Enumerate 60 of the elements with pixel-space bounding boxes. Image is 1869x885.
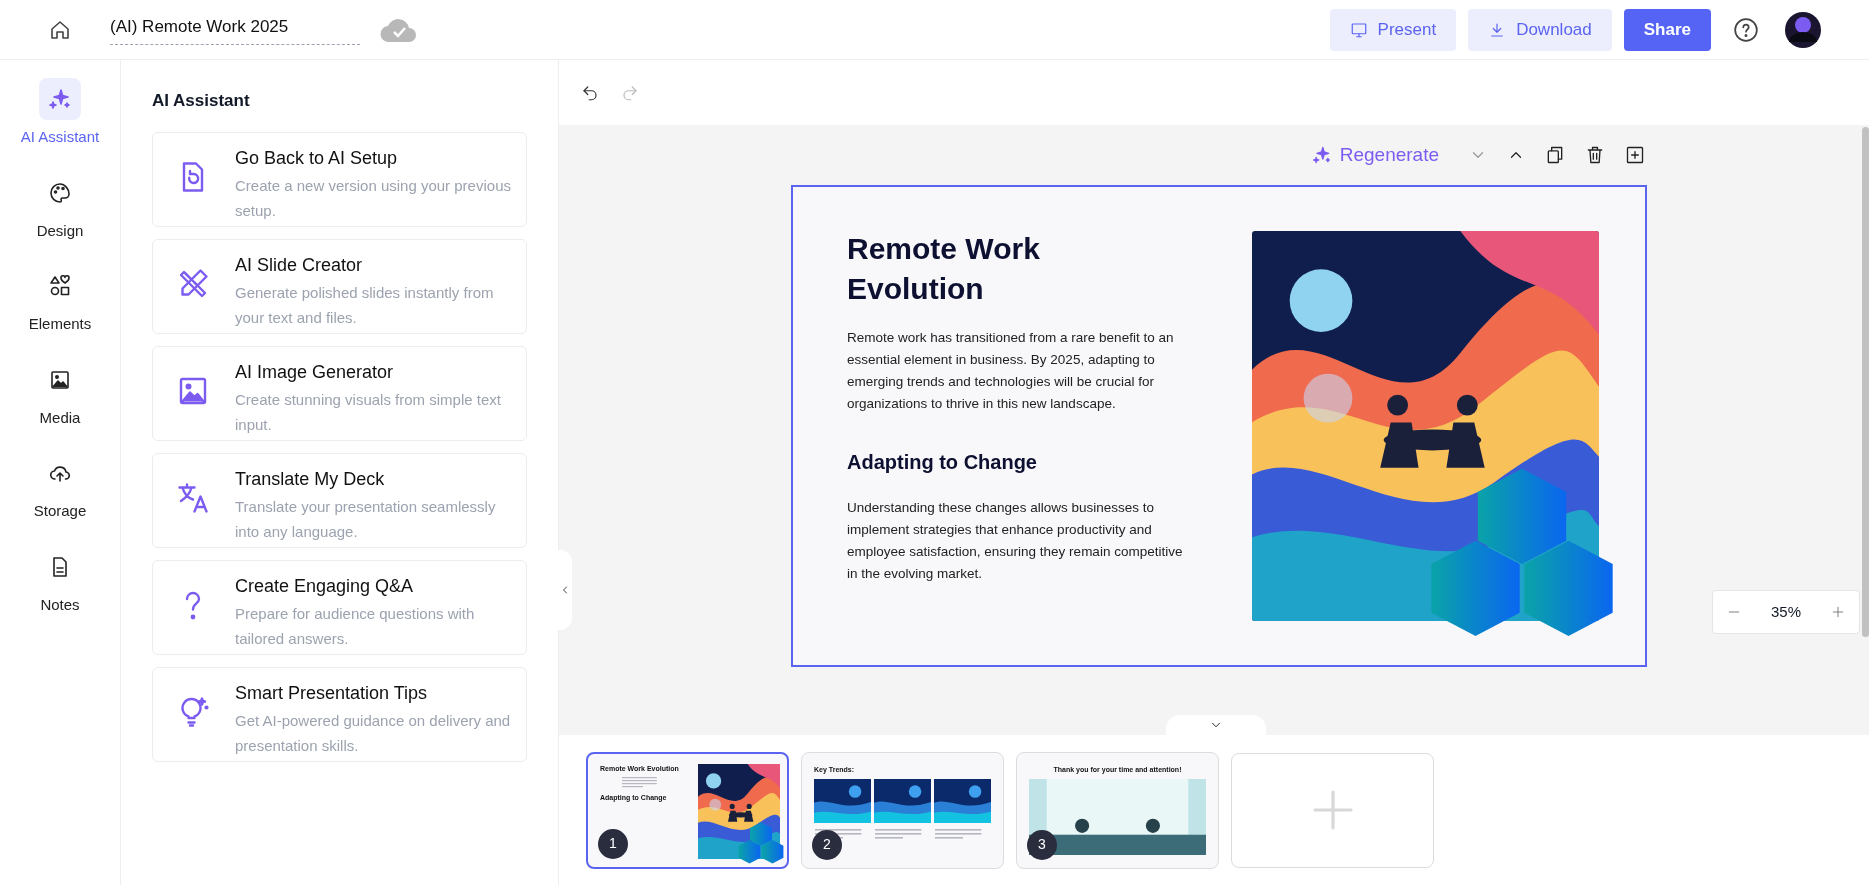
sidebar-tab[interactable]: Storage (33, 452, 87, 523)
copy-icon (1545, 145, 1565, 165)
slide-number-badge: 2 (812, 829, 842, 860)
sidebar-tab[interactable]: AI Assistant (20, 78, 100, 149)
tool-card[interactable]: AI Slide Creator Generate polished slides instantly from your text and files. (152, 238, 527, 334)
tool-card[interactable]: Create Engaging Q&A Prepare for audience questions with tailored answers. (152, 559, 527, 655)
present-button[interactable]: Present (1329, 8, 1457, 51)
download-button[interactable]: Download (1468, 8, 1612, 51)
sparkle-icon (1311, 145, 1332, 165)
sidebar-tab[interactable]: Media (39, 358, 81, 429)
duplicate-button[interactable] (1545, 145, 1565, 165)
sidebar-tab[interactable]: Elements (28, 265, 92, 336)
tool-title: Translate My Deck (235, 467, 386, 491)
undo-button[interactable] (581, 83, 599, 102)
share-button[interactable]: Share (1623, 8, 1711, 51)
tool-card[interactable]: AI Image Generator Create stunning visuals from simple text input. (152, 345, 527, 441)
document-title-field[interactable]: (AI) Remote Work 2025 (110, 14, 360, 45)
palette-icon (48, 180, 72, 205)
redo-icon (621, 83, 639, 102)
trash-icon (1585, 145, 1605, 165)
tool-title: AI Slide Creator (235, 253, 364, 277)
tool-description: Generate polished slides instantly from your text and files. (235, 282, 495, 328)
plus-icon (1831, 605, 1845, 619)
scrollbar[interactable] (1862, 127, 1869, 637)
cloud-check-icon (380, 16, 418, 43)
tool-card[interactable]: Smart Presentation Tips Get AI-powered guidance on delivery and presentation skills. (152, 666, 527, 762)
avatar[interactable] (1785, 11, 1821, 48)
slide-paragraph: Understanding these changes allows businesses to implement strategies that enhance productivity and employee satisfaction, ensuring they remain competitive in the evolving market. (847, 499, 1184, 583)
tool-description: Get AI-powered guidance on delivery and presentation skills. (235, 710, 512, 756)
sidebar-tab[interactable]: Notes (39, 545, 81, 616)
hexagon-drawing (738, 821, 784, 864)
undo-icon (581, 83, 599, 102)
text-lines-drawing (874, 828, 924, 841)
tool-description: Prepare for audience questions with tailored answers. (235, 603, 476, 649)
tool-title: AI Image Generator (235, 360, 395, 384)
help-icon (1733, 16, 1759, 43)
shapes-icon (48, 274, 72, 298)
text-lines-drawing (934, 828, 984, 841)
tool-description: Create stunning visuals from simple text input. (235, 389, 502, 435)
slide-subtitle: Adapting to Change (847, 450, 1038, 475)
monitor-icon (1349, 20, 1368, 39)
delete-button[interactable] (1585, 145, 1605, 165)
sidebar-tab[interactable]: Design (36, 171, 84, 242)
tool-description: Create a new version using your previous setup. (235, 175, 512, 221)
add-slide-button[interactable] (1625, 145, 1645, 165)
tool-title: Smart Presentation Tips (235, 681, 429, 705)
slide-paragraph: Remote work has transitioned from a rare benefit to an essential element in business. By 2025, adapting to emerging trends and technologies will be crucial for organizations to thrive in this new landscape. (847, 329, 1175, 413)
help-button[interactable] (1733, 16, 1759, 43)
tool-description: Translate your presentation seamlessly into any language. (235, 496, 497, 542)
tool-card[interactable]: Go Back to AI Setup Create a new version using your previous setup. (152, 131, 527, 227)
regenerate-button[interactable]: Regenerate (1311, 140, 1439, 170)
tool-title: Create Engaging Q&A (235, 574, 415, 598)
panel-title: AI Assistant (152, 90, 251, 112)
slide-number-badge: 1 (598, 828, 628, 859)
zoom-level: 35% (1771, 601, 1801, 622)
sparkle-icon (48, 87, 72, 111)
tool-title: Go Back to AI Setup (235, 146, 399, 170)
slide-title: Remote Work Evolution (847, 231, 1041, 307)
add-box-icon (1625, 145, 1645, 165)
tool-card[interactable]: Translate My Deck Translate your presentation seamlessly into any language. (152, 452, 527, 548)
